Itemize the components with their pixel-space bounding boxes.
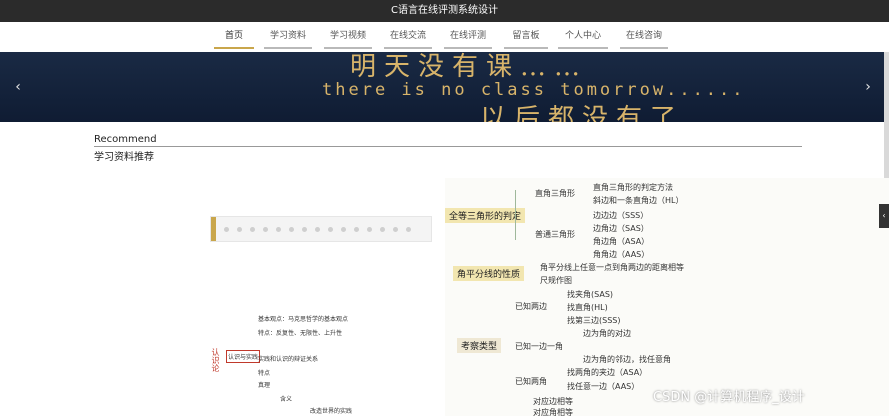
mindmap-leaf: 找直角(HL)	[567, 303, 608, 312]
nav-item-online-judge[interactable]: 在线评测	[444, 22, 492, 52]
mindmap-leaf: 角平分线上任意一点到角两边的距离相等	[540, 263, 684, 272]
nav-item-label: 学习视频	[329, 31, 366, 41]
carousel-dot[interactable]	[354, 227, 359, 232]
main-nav: 首页 学习资料 学习视频 在线交流 在线评测 留言板 个人中心 在线咨询	[0, 22, 889, 52]
carousel-accent	[211, 217, 216, 241]
mindmap-leaf: 含义	[280, 396, 293, 403]
nav-item-label: 个人中心	[564, 31, 601, 41]
section-subtitle: 学习资料推荐	[94, 152, 154, 163]
carousel-dot[interactable]	[263, 227, 268, 232]
chevron-left-icon[interactable]: ‹	[9, 78, 27, 96]
mindmap-image-geometry[interactable]: 全等三角形的判定 直角三角形 直角三角形的判定方法 斜边和一条直角边（HL） 普…	[445, 178, 889, 416]
carousel-dot[interactable]	[237, 227, 242, 232]
mindmap-main-node: 考察类型	[457, 338, 502, 353]
mindmap-leaf: 边边边（SSS）	[593, 211, 649, 220]
mindmap-leaf: 找第三边(SSS)	[567, 316, 621, 325]
mindmap-leaf: 基本观点：马克思哲学的基本观点	[258, 316, 349, 323]
mindmap-leaf: 边角边（SAS）	[593, 224, 649, 233]
mindmap-leaf: 找两角的夹边（ASA）	[567, 368, 648, 377]
mindmap-leaf: 角角边（AAS）	[593, 250, 650, 259]
carousel-dot[interactable]	[302, 227, 307, 232]
carousel-dot[interactable]	[328, 227, 333, 232]
mindmap-leaf: 真理	[258, 382, 271, 389]
mindmap-branch: 普通三角形	[535, 230, 575, 239]
mindmap-leaf: 找任意一边（AAS）	[567, 382, 640, 391]
nav-item-study-materials[interactable]: 学习资料	[264, 22, 312, 52]
nav-item-online-discussion[interactable]: 在线交流	[384, 22, 432, 52]
mindmap-leaf: 斜边和一条直角边（HL）	[593, 196, 684, 205]
mindmap-leaf: 边为角的对边	[583, 329, 631, 338]
app-title-bar: C语言在线评测系统设计	[0, 0, 889, 22]
chevron-left-icon: ‹	[882, 211, 886, 220]
material-carousel[interactable]	[210, 216, 432, 242]
mindmap-leaf: 对应边相等	[533, 397, 573, 406]
carousel-dot[interactable]	[224, 227, 229, 232]
carousel-dot[interactable]	[250, 227, 255, 232]
nav-item-study-videos[interactable]: 学习视频	[324, 22, 372, 52]
mindmap-leaf: 特点	[258, 370, 271, 377]
mindmap-node: 认识与实践	[226, 350, 261, 363]
mindmap-connector	[515, 190, 516, 240]
mindmap-leaf: 找夹角(SAS)	[567, 290, 614, 299]
carousel-dot[interactable]	[380, 227, 385, 232]
mindmap-leaf: 实践和认识的辩证关系	[258, 356, 319, 363]
section-divider	[94, 146, 802, 147]
carousel-dot[interactable]	[406, 227, 411, 232]
mindmap-leaf: 直角三角形的判定方法	[593, 183, 673, 192]
mindmap-branch: 已知一边一角	[515, 342, 563, 351]
nav-item-label: 学习资料	[269, 31, 306, 41]
mindmap-main-node: 角平分线的性质	[453, 266, 525, 281]
mindmap-branch: 已知两角	[515, 377, 547, 386]
mindmap-leaf: 对应角相等	[533, 408, 573, 416]
csdn-watermark: CSDN @计算机程序_设计	[653, 390, 805, 405]
page-scrollbar[interactable]	[884, 52, 889, 182]
app-title: C语言在线评测系统设计	[391, 5, 498, 16]
side-panel-toggle[interactable]: ‹	[879, 204, 889, 228]
banner-subline: there is no class tomorrow......	[322, 80, 746, 100]
mindmap-main-node: 全等三角形的判定	[445, 208, 526, 223]
banner-tagline: 以后都没有了……	[480, 104, 753, 122]
chevron-right-icon[interactable]: ›	[859, 78, 877, 96]
nav-item-label: 在线评测	[449, 31, 486, 41]
carousel-dot[interactable]	[315, 227, 320, 232]
nav-item-home[interactable]: 首页	[214, 22, 254, 52]
nav-item-label: 在线咨询	[625, 31, 662, 41]
mindmap-image-philosophy[interactable]: 认识论 认识与实践 基本观点：马克思哲学的基本观点 特点：反复性、无限性、上升性…	[210, 310, 445, 416]
nav-item-label: 留言板	[512, 31, 540, 41]
nav-item-online-consult[interactable]: 在线咨询	[620, 22, 668, 52]
mindmap-branch: 已知两边	[515, 302, 547, 311]
carousel-dot[interactable]	[367, 227, 372, 232]
carousel-dot[interactable]	[393, 227, 398, 232]
nav-item-personal-center[interactable]: 个人中心	[558, 22, 608, 52]
mindmap-leaf: 尺规作图	[540, 276, 572, 285]
carousel-dot[interactable]	[276, 227, 281, 232]
nav-item-label: 在线交流	[389, 31, 426, 41]
carousel-dot[interactable]	[341, 227, 346, 232]
banner-headline: 明天没有课……	[350, 52, 589, 82]
hero-banner: 明天没有课…… there is no class tomorrow......…	[0, 52, 889, 122]
section-title: Recommend	[94, 134, 157, 145]
mindmap-root-label: 认识论	[211, 348, 220, 372]
mindmap-leaf: 改造世界的实践	[310, 408, 353, 415]
mindmap-leaf: 特点：反复性、无限性、上升性	[258, 330, 343, 337]
mindmap-leaf: 角边角（ASA）	[593, 237, 650, 246]
mindmap-branch: 直角三角形	[535, 189, 575, 198]
carousel-dot[interactable]	[289, 227, 294, 232]
nav-item-message-board[interactable]: 留言板	[504, 22, 548, 52]
nav-item-label: 首页	[224, 31, 243, 41]
mindmap-leaf: 边为角的邻边，找任意角	[583, 355, 671, 364]
